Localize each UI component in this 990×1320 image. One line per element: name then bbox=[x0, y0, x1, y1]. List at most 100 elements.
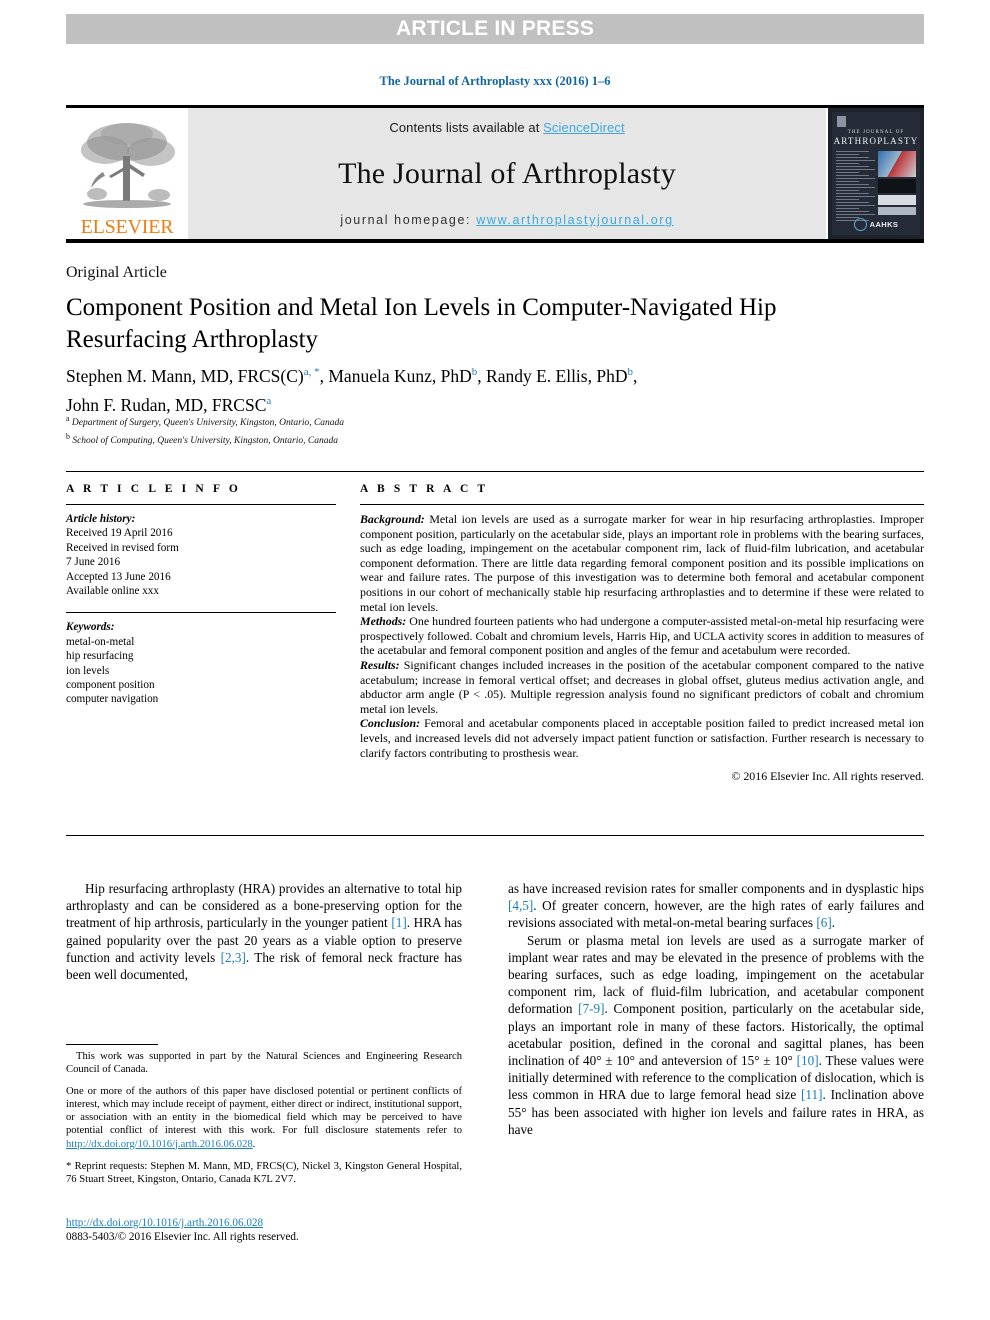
journal-homepage-link[interactable]: www.arthroplastyjournal.org bbox=[476, 213, 673, 227]
cover-society-logo: AAHKS bbox=[832, 218, 920, 231]
footnote-disclosure-link[interactable]: http://dx.doi.org/10.1016/j.arth.2016.06… bbox=[66, 1139, 253, 1150]
footnote-disclosure: One or more of the authors of this paper… bbox=[66, 1085, 462, 1150]
affiliation-a: a Department of Surgery, Queen's Univers… bbox=[66, 412, 766, 430]
abstract-background-text: Metal ion levels are used as a surrogate… bbox=[360, 512, 924, 614]
doi-link[interactable]: http://dx.doi.org/10.1016/j.arth.2016.06… bbox=[66, 1217, 263, 1229]
author-1: Stephen M. Mann, MD, FRCS(C) bbox=[66, 365, 304, 386]
homepage-prefix: journal homepage: bbox=[340, 213, 477, 227]
affiliation-b: b School of Computing, Queen's Universit… bbox=[66, 430, 766, 448]
footnote-disclosure-text: One or more of the authors of this paper… bbox=[66, 1086, 462, 1137]
body-text: . bbox=[831, 915, 836, 931]
author-2: , Manuela Kunz, PhD bbox=[319, 365, 472, 386]
aahks-label: AAHKS bbox=[869, 220, 899, 229]
masthead-rule-bottom bbox=[66, 239, 924, 243]
keyword-item: component position bbox=[66, 679, 155, 692]
article-page: ARTICLE IN PRESS The Journal of Arthropl… bbox=[0, 0, 990, 1320]
history-item: Received in revised form bbox=[66, 541, 179, 554]
article-type-label: Original Article bbox=[66, 264, 167, 281]
author-3: , Randy E. Ellis, PhD bbox=[477, 365, 628, 386]
keywords-block: Keywords: metal-on-metal hip resurfacing… bbox=[66, 620, 336, 706]
cover-inner: THE JOURNAL OF ARTHROPLASTY AAHKS bbox=[832, 112, 920, 235]
author-separator: , bbox=[632, 365, 638, 386]
citation-ref-10[interactable]: [10] bbox=[797, 1053, 819, 1068]
abstract-rule bbox=[360, 504, 924, 505]
article-info-rule bbox=[66, 504, 336, 505]
footnote-separator-rule bbox=[66, 1044, 158, 1045]
article-in-press-banner: ARTICLE IN PRESS bbox=[66, 14, 924, 44]
keywords-rule bbox=[66, 612, 336, 614]
history-item: Received 19 April 2016 bbox=[66, 527, 173, 540]
contents-prefix: Contents lists available at bbox=[389, 120, 544, 135]
body-column-right: as have increased revision rates for sma… bbox=[508, 880, 924, 1138]
article-in-press-label: ARTICLE IN PRESS bbox=[395, 17, 595, 40]
abstract-results-text: Significant changes included increases i… bbox=[360, 657, 924, 716]
citation-ref-11[interactable]: [11] bbox=[801, 1087, 822, 1102]
affiliations: a Department of Surgery, Queen's Univers… bbox=[66, 412, 766, 448]
abstract-background-label: Background: bbox=[360, 512, 425, 526]
keyword-item: metal-on-metal bbox=[66, 635, 135, 648]
masthead-center: Contents lists available at ScienceDirec… bbox=[188, 108, 826, 239]
body-paragraph: Serum or plasma metal ion levels are use… bbox=[508, 932, 924, 1138]
abstract-conclusion-text: Femoral and acetabular components placed… bbox=[360, 716, 924, 760]
body-text: as have increased revision rates for sma… bbox=[508, 881, 924, 896]
abstract-copyright: © 2016 Elsevier Inc. All rights reserved… bbox=[731, 769, 924, 784]
cover-body bbox=[832, 151, 920, 223]
journal-homepage-line: journal homepage: www.arthroplastyjourna… bbox=[340, 213, 673, 227]
article-history-label: Article history: bbox=[66, 513, 136, 525]
history-item: 7 June 2016 bbox=[66, 556, 121, 569]
keywords-label: Keywords: bbox=[66, 621, 115, 634]
author-1-affil-marker: a, * bbox=[303, 366, 320, 378]
cover-figures bbox=[878, 151, 916, 223]
citation-ref-1[interactable]: [1] bbox=[391, 915, 406, 930]
elsevier-tree-icon bbox=[81, 123, 175, 208]
cover-line1: THE JOURNAL OF bbox=[847, 130, 905, 135]
journal-masthead: ELSEVIER Contents lists available at Sci… bbox=[66, 108, 924, 239]
abstract-column: A B S T R A C T Background: Metal ion le… bbox=[360, 483, 924, 784]
contents-lists-line: Contents lists available at ScienceDirec… bbox=[389, 120, 624, 135]
footnote-disclosure-end: . bbox=[252, 1138, 256, 1150]
citation-ref-6[interactable]: [6] bbox=[816, 915, 831, 930]
abstract-body: Background: Metal ion levels are used as… bbox=[360, 512, 924, 760]
cover-line2: ARTHROPLASTY bbox=[833, 136, 919, 146]
author-4-affil-marker: a bbox=[266, 394, 272, 407]
footnote-reprint-text: Reprint requests: Stephen M. Mann, MD, F… bbox=[66, 1160, 462, 1185]
journal-citation-line: The Journal of Arthroplasty xxx (2016) 1… bbox=[379, 74, 611, 88]
history-item: Available online xxx bbox=[66, 585, 159, 598]
footnote-reprint: * Reprint requests: Stephen M. Mann, MD,… bbox=[66, 1160, 462, 1186]
abstract-methods-text: One hundred fourteen patients who had un… bbox=[360, 614, 924, 658]
article-history-block: Article history: Received 19 April 2016 … bbox=[66, 512, 336, 598]
sciencedirect-link[interactable]: ScienceDirect bbox=[543, 120, 625, 135]
citation-ref-4-5[interactable]: [4,5] bbox=[508, 898, 533, 913]
article-info-heading: A R T I C L E I N F O bbox=[66, 483, 241, 495]
issn-copyright-line: 0883-5403/© 2016 Elsevier Inc. All right… bbox=[66, 1231, 299, 1243]
keyword-item: ion levels bbox=[66, 664, 110, 677]
body-paragraph: Hip resurfacing arthroplasty (HRA) provi… bbox=[66, 880, 462, 983]
aahks-circle-icon bbox=[853, 218, 867, 231]
abstract-heading: A B S T R A C T bbox=[360, 483, 489, 495]
abstract-results-label: Results: bbox=[360, 657, 400, 672]
abstract-band-rule-bottom bbox=[66, 835, 924, 836]
journal-title: The Journal of Arthroplasty bbox=[338, 157, 676, 190]
abstract-conclusion-label: Conclusion: bbox=[360, 716, 421, 731]
author-list: Stephen M. Mann, MD, FRCS(C)a, *, Manuel… bbox=[66, 360, 896, 418]
citation-ref-7-9[interactable]: [7-9] bbox=[578, 1001, 604, 1016]
affiliation-b-text: School of Computing, Queen's University,… bbox=[69, 436, 338, 447]
keyword-item: computer navigation bbox=[66, 693, 159, 706]
footnote-funding: This work was supported in part by the N… bbox=[66, 1051, 462, 1076]
affiliation-a-text: Department of Surgery, Queen's Universit… bbox=[69, 418, 345, 429]
doi-block: http://dx.doi.org/10.1016/j.arth.2016.06… bbox=[66, 1216, 462, 1244]
body-paragraph: as have increased revision rates for sma… bbox=[508, 880, 924, 932]
keyword-item: hip resurfacing bbox=[66, 650, 134, 663]
page-title: Component Position and Metal Ion Levels … bbox=[66, 294, 777, 353]
abstract-methods-label: Methods: bbox=[360, 614, 407, 629]
citation-ref-2-3[interactable]: [2,3] bbox=[221, 950, 246, 965]
body-column-left: Hip resurfacing arthroplasty (HRA) provi… bbox=[66, 880, 462, 983]
footnotes: This work was supported in part by the N… bbox=[66, 1050, 462, 1195]
abstract-band-rule-top bbox=[66, 471, 924, 472]
cover-emblem-icon bbox=[837, 116, 846, 127]
body-text: . Of greater concern, however, are the h… bbox=[508, 898, 924, 931]
journal-cover-thumbnail: THE JOURNAL OF ARTHROPLASTY AAHKS bbox=[826, 108, 924, 239]
elsevier-wordmark: ELSEVIER bbox=[80, 216, 174, 238]
elsevier-logo: ELSEVIER bbox=[66, 108, 188, 239]
